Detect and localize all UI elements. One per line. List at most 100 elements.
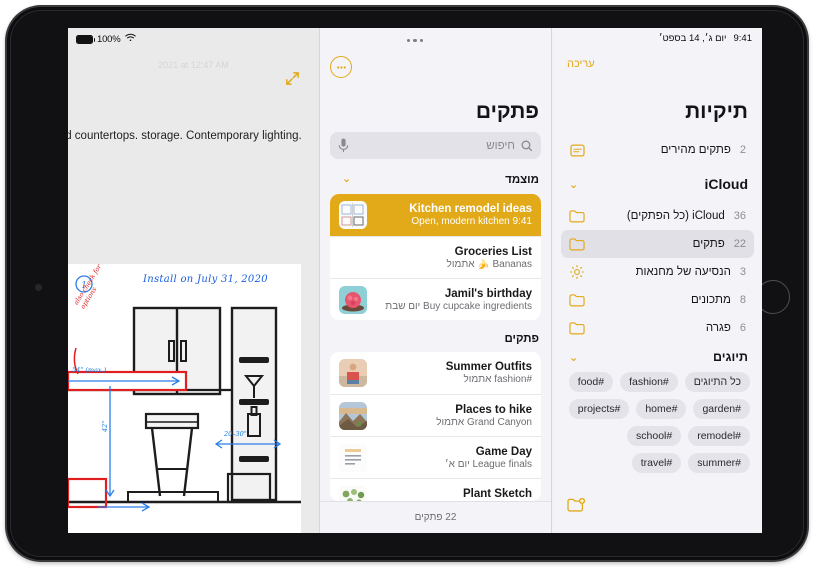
- section-header-tags: ⌄ תיוגים: [567, 350, 748, 364]
- sidebar-item-label: iCloud (כל הפתקים): [626, 210, 725, 222]
- list-item-title: Jamil's birthday: [444, 287, 532, 300]
- section-label-notes: פתקים: [504, 333, 539, 345]
- list-item-subtitle: Grand Canyon אתמול: [436, 416, 532, 428]
- sidebar-item-label: הנסיעה של מחנאות: [635, 266, 731, 278]
- list-item-subtitle: League finals יום א׳: [444, 458, 532, 470]
- folder-icon: [569, 209, 585, 223]
- chevron-down-icon[interactable]: ⌄: [569, 353, 578, 364]
- pinned-notes-card: Kitchen remodel ideas Open, modern kitch…: [330, 194, 541, 320]
- list-item-subtitle: Buy cupcake ingredients יום שבת: [385, 300, 532, 312]
- list-item[interactable]: Jamil's birthday Buy cupcake ingredients…: [330, 278, 541, 320]
- section-label-icloud: iCloud: [704, 176, 748, 192]
- list-item-title: Places to hike: [455, 403, 532, 416]
- chevron-down-icon[interactable]: ⌄: [342, 174, 351, 185]
- tag-chip[interactable]: #home: [636, 399, 687, 419]
- sidebar-item-count: 22: [733, 238, 746, 250]
- section-header-pinned: ⌄ מוצמד: [330, 174, 539, 187]
- sidebar-item-count: 6: [739, 322, 746, 334]
- list-item-title: Plant Sketch: [462, 487, 532, 500]
- no-thumb: [339, 244, 367, 272]
- folders-panel: עריכה תיקיות פתקים מהירים 2 ⌄ iCloud iCl…: [553, 28, 762, 533]
- list-item-subtitle: Open, modern kitchen 9:41: [411, 216, 532, 227]
- list-item[interactable]: Places to hike Grand Canyon אתמול: [330, 394, 541, 436]
- dimension-label-vertical: 42": [101, 420, 109, 432]
- notes-count-footer: 22 פתקים: [320, 501, 551, 533]
- sidebar-item-all-notes[interactable]: iCloud (כל הפתקים) 36: [561, 202, 754, 230]
- search-placeholder: חיפוש: [486, 139, 515, 152]
- list-item[interactable]: Kitchen remodel ideas Open, modern kitch…: [330, 194, 541, 236]
- microphone-icon[interactable]: [338, 138, 349, 158]
- kitchen-elevation-sketch: 1: [68, 275, 301, 512]
- section-header-notes: פתקים: [330, 333, 539, 345]
- sidebar-item-quick-notes[interactable]: פתקים מהירים 2: [561, 136, 754, 164]
- notes-card: Summer Outfits #fashion אתמול Places to …: [330, 352, 541, 501]
- sidebar-item-label: פתקים: [692, 238, 725, 250]
- sidebar-item-recipes[interactable]: מתכונים 8: [561, 286, 754, 314]
- dimension-label-mid: 20–30": [224, 430, 247, 438]
- search-input[interactable]: חיפוש: [330, 132, 541, 159]
- list-item[interactable]: Game Day League finals יום א׳: [330, 436, 541, 478]
- sidebar-item-count: 2: [739, 144, 746, 156]
- handwritten-install-note: Install on July 31, 2020: [143, 274, 268, 285]
- cupcake-thumb: [339, 285, 367, 314]
- tag-chip[interactable]: #summer: [688, 453, 750, 473]
- dimension-label-top: 54" (max.): [72, 366, 107, 374]
- note-body-text: edium space. Refurbished countertops. st…: [68, 130, 302, 142]
- list-item[interactable]: Summer Outfits #fashion אתמול: [330, 352, 541, 394]
- sidebar-item-count: 8: [739, 294, 746, 306]
- list-item[interactable]: Plant Sketch #remodel יום ו׳: [330, 478, 541, 501]
- ipad-device-frame: 2021 at 12:47 AM s edium space. Refurbis…: [7, 7, 807, 560]
- tag-chip[interactable]: #school: [627, 426, 682, 446]
- gear-icon: [569, 264, 585, 280]
- section-label-tags: תיוגים: [712, 350, 748, 364]
- tag-chip[interactable]: #garden: [693, 399, 750, 419]
- note-title: s: [68, 106, 319, 126]
- note-timestamp: 2021 at 12:47 AM: [158, 60, 229, 70]
- sidebar-item-label: פגרה: [705, 322, 731, 334]
- tag-chip[interactable]: #fashion: [620, 372, 678, 392]
- list-item-subtitle: #fashion אתמול: [463, 374, 532, 385]
- gameday-thumb: [339, 443, 367, 472]
- plant-thumb: [339, 485, 367, 501]
- page-title-folders: תיקיות: [685, 100, 748, 123]
- notes-list-panel: פתקים חיפוש ⌄ מוצמד Kitchen remodel idea…: [319, 28, 552, 533]
- edit-button[interactable]: עריכה: [567, 58, 595, 70]
- sidebar-item-vacation[interactable]: פגרה 6: [561, 314, 754, 342]
- section-label-pinned: מוצמד: [505, 174, 539, 186]
- list-item-title: Kitchen remodel ideas: [409, 203, 532, 215]
- tag-list: כל התיוגים #fashion #food #garden #home …: [565, 372, 750, 473]
- chevron-down-icon[interactable]: ⌄: [569, 180, 578, 191]
- tag-chip[interactable]: #projects: [568, 399, 630, 419]
- list-item[interactable]: Groceries List Bananas 🍌 אתמול: [330, 236, 541, 278]
- list-item-title: Groceries List: [454, 245, 532, 258]
- kitchen-sketch-thumb: [339, 201, 367, 229]
- tag-chip[interactable]: #travel: [631, 453, 682, 473]
- section-header-icloud: ⌄ iCloud: [567, 176, 748, 192]
- sidebar-item-notes[interactable]: פתקים 22: [561, 230, 754, 258]
- list-toolbar: [320, 52, 551, 86]
- quick-note-icon: [569, 143, 585, 158]
- list-item-title: Summer Outfits: [445, 361, 532, 373]
- more-circle-icon[interactable]: [330, 56, 352, 78]
- folder-icon: [569, 237, 585, 251]
- expand-arrows-icon[interactable]: [284, 70, 301, 90]
- sidebar-item-camping-trip[interactable]: הנסיעה של מחנאות 3: [561, 258, 754, 286]
- sidebar-item-label: פתקים מהירים: [660, 144, 731, 156]
- ipad-screen: 2021 at 12:47 AM s edium space. Refurbis…: [68, 28, 762, 533]
- folder-icon: [569, 321, 585, 335]
- sidebar-item-label: מתכונים: [690, 294, 731, 306]
- new-folder-icon[interactable]: [567, 497, 586, 519]
- sidebar-item-count: 36: [733, 210, 746, 222]
- outfit-thumb: [339, 359, 367, 387]
- tag-chip[interactable]: כל התיוגים: [684, 372, 750, 392]
- list-item-title: Game Day: [475, 445, 532, 458]
- search-icon: [521, 140, 533, 152]
- note-detail-panel: 2021 at 12:47 AM s edium space. Refurbis…: [68, 28, 319, 533]
- canyon-thumb: [339, 401, 367, 430]
- tag-chip[interactable]: #remodel: [688, 426, 750, 446]
- folder-icon: [569, 293, 585, 307]
- page-title-notes: פתקים: [475, 100, 539, 123]
- list-item-subtitle: Bananas 🍌 אתמול: [446, 258, 532, 270]
- tag-chip[interactable]: #food: [568, 372, 614, 392]
- note-sketch-canvas[interactable]: 1 Install on July 31, 2020 also check fo…: [68, 264, 301, 533]
